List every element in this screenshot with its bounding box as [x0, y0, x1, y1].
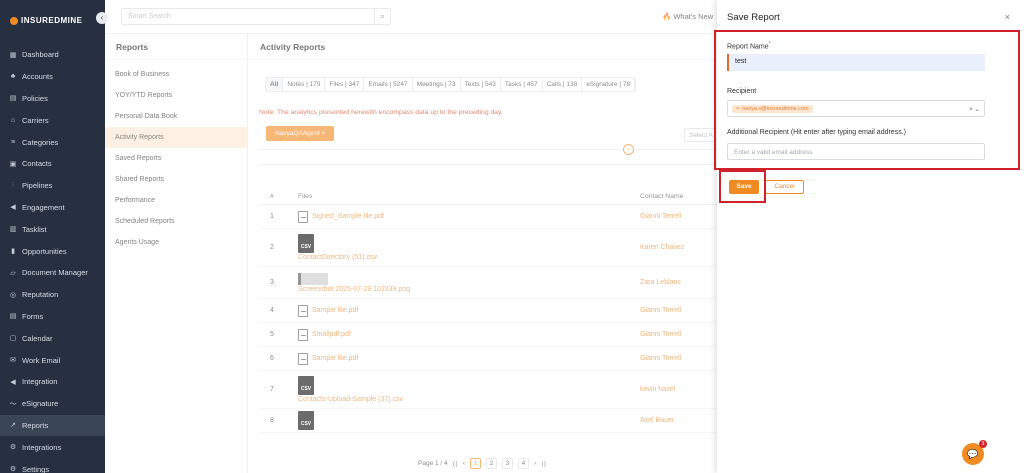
sidebar-item-dashboard[interactable]: ▦ Dashboard [0, 44, 105, 66]
sidebar-item-label: Tasklist [22, 224, 47, 234]
sidebar-item-reports[interactable]: ↗ Reports [0, 414, 105, 437]
highlight-form-box [714, 30, 1020, 170]
sidebar-item-label: Reputation [22, 290, 59, 300]
sidebar-item-tasklist[interactable]: ▥ Tasklist [0, 218, 105, 240]
brand-logo[interactable]: INSUREDMINE [10, 16, 83, 25]
sidebar-item-integrations[interactable]: ⚙ Integrations [0, 436, 105, 458]
sidebar-item-label: Reports [22, 420, 49, 430]
sidebar-item-label: Document Manager [22, 268, 88, 278]
opportunities-icon: ▮ [11, 248, 15, 256]
collapse-sidebar-icon[interactable]: ‹ [96, 12, 108, 24]
work-email-icon: ✉ [10, 357, 16, 365]
sidebar-item-contacts[interactable]: ▣ Contacts [0, 153, 105, 175]
engagement-icon: ◀ [10, 204, 16, 212]
logo-mark-icon [10, 16, 18, 25]
sidebar-item-work-email[interactable]: ✉ Work Email [0, 349, 105, 371]
close-icon[interactable]: × [1005, 12, 1010, 22]
tasklist-icon: ▥ [9, 226, 17, 234]
categories-icon: ≡ [10, 138, 16, 146]
highlight-save-box [719, 170, 766, 203]
carriers-icon: ⌂ [10, 116, 16, 124]
sidebar-item-categories[interactable]: ≡ Categories [0, 131, 105, 153]
sidebar-item-calendar[interactable]: ▢ Calendar [0, 327, 105, 349]
settings-icon: ⚙ [9, 466, 17, 473]
accounts-icon: ♣ [10, 73, 16, 81]
sidebar-item-label: Contacts [22, 159, 52, 169]
sidebar-item-label: eSignature [22, 399, 59, 409]
sidebar-item-label: Categories [22, 137, 59, 147]
brand-name: INSUREDMINE [21, 16, 83, 25]
sidebar-item-accounts[interactable]: ♣ Accounts [0, 66, 105, 88]
sidebar: INSUREDMINE ▦ Dashboard ♣ Accounts ▤ Policies… [0, 0, 105, 473]
reports-icon: ↗ [10, 422, 16, 430]
sidebar-item-label: Dashboard [22, 50, 59, 60]
document-manager-icon: ▱ [10, 269, 16, 277]
sidebar-item-label: Work Email [22, 355, 61, 365]
modal-backdrop[interactable] [105, 0, 717, 473]
sidebar-item-pipelines[interactable]: ⫶ Pipelines [0, 175, 105, 197]
drawer-title: Save Report [727, 11, 780, 23]
sidebar-item-engagement[interactable]: ◀ Engagement [0, 197, 105, 219]
sidebar-item-carriers[interactable]: ⌂ Carriers [0, 109, 105, 131]
sidebar-item-label: Accounts [22, 72, 53, 82]
sidebar-item-label: Engagement [22, 202, 65, 212]
sidebar-item-integration[interactable]: ◀ Integration [0, 371, 105, 393]
cancel-button[interactable]: Cancel [765, 180, 804, 194]
chat-icon: 💬 [967, 449, 979, 459]
reputation-icon: ◎ [9, 291, 17, 299]
contacts-icon: ▣ [9, 160, 17, 168]
sidebar-item-label: Opportunities [22, 246, 67, 256]
sidebar-item-label: Calendar [22, 333, 53, 343]
forms-icon: ▤ [9, 313, 17, 321]
sidebar-item-label: Policies [22, 93, 48, 103]
sidebar-item-label: Settings [22, 464, 50, 473]
integration-icon: ◀ [10, 378, 16, 386]
sidebar-item-label: Pipelines [22, 181, 53, 191]
pipelines-icon: ⫶ [12, 181, 14, 189]
sidebar-item-label: Integration [22, 377, 58, 387]
sidebar-nav: ▦ Dashboard ♣ Accounts ▤ Policies ⌂ Carriers ≡ Ca… [0, 44, 105, 473]
sidebar-item-forms[interactable]: ▤ Forms [0, 306, 105, 328]
sidebar-item-label: Forms [22, 311, 44, 321]
chat-launcher[interactable]: 💬 3 [962, 440, 987, 465]
sidebar-item-label: Carriers [22, 115, 49, 125]
esignature-icon: 〜 [9, 400, 17, 408]
sidebar-item-esignature[interactable]: 〜 eSignature [0, 393, 105, 415]
chat-badge: 3 [979, 440, 987, 448]
calendar-icon: ▢ [9, 335, 17, 343]
policies-icon: ▤ [9, 95, 17, 103]
sidebar-item-opportunities[interactable]: ▮ Opportunities [0, 240, 105, 262]
sidebar-item-settings[interactable]: ⚙ Settings [0, 458, 105, 473]
integrations-icon: ⚙ [9, 444, 17, 452]
sidebar-item-document-manager[interactable]: ▱ Document Manager [0, 262, 105, 284]
sidebar-item-label: Integrations [22, 442, 62, 452]
dashboard-icon: ▦ [9, 51, 17, 59]
sidebar-item-policies[interactable]: ▤ Policies [0, 88, 105, 110]
drawer-header: Save Report × [717, 0, 1024, 34]
sidebar-item-reputation[interactable]: ◎ Reputation [0, 284, 105, 306]
